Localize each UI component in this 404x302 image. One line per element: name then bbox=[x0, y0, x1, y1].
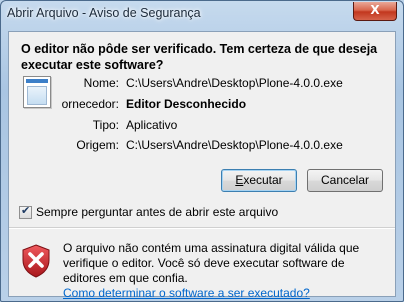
window-title: Abrir Arquivo - Aviso de Segurança bbox=[7, 6, 201, 20]
close-icon: X bbox=[370, 3, 380, 17]
warning-message: O arquivo não contém uma assinatura digi… bbox=[63, 241, 360, 285]
close-button[interactable]: X bbox=[353, 2, 397, 21]
dialog-heading: O editor não pôde ser verificado. Tem ce… bbox=[21, 42, 378, 72]
checkmark-icon: ✔ bbox=[21, 204, 31, 217]
name-value: C:\Users\Andre\Desktop\Plone-4.0.0.exe bbox=[126, 76, 343, 90]
type-value: Aplicativo bbox=[126, 118, 178, 132]
warning-text: O arquivo não contém uma assinatura digi… bbox=[63, 241, 389, 301]
origin-label: Origem: bbox=[76, 138, 119, 152]
dialog-body: O editor não pôde ser verificado. Tem ce… bbox=[8, 31, 396, 300]
name-label: Nome: bbox=[83, 76, 119, 90]
run-button-label: xecutar bbox=[243, 173, 283, 187]
help-link[interactable]: Como determinar o software a ser executa… bbox=[63, 286, 310, 300]
run-button[interactable]: Executar bbox=[221, 169, 297, 192]
red-shield-x-icon bbox=[22, 244, 50, 278]
cancel-button[interactable]: Cancelar bbox=[307, 169, 383, 192]
dialog-window: Abrir Arquivo - Aviso de Segurança X O e… bbox=[0, 0, 404, 302]
origin-value: C:\Users\Andre\Desktop\Plone-4.0.0.exe bbox=[126, 138, 343, 152]
publisher-label: ornecedor: bbox=[61, 97, 119, 111]
publisher-value: Editor Desconhecido bbox=[126, 97, 247, 111]
always-ask-label[interactable]: Sempre perguntar antes de abrir este arq… bbox=[36, 205, 278, 219]
always-ask-checkbox[interactable]: ✔ bbox=[19, 204, 32, 219]
type-label: Tipo: bbox=[92, 118, 119, 132]
file-details: Nome: C:\Users\Andre\Desktop\Plone-4.0.0… bbox=[9, 76, 395, 156]
warning-panel: O arquivo não contém uma assinatura digi… bbox=[9, 229, 395, 300]
title-bar[interactable]: Abrir Arquivo - Aviso de Segurança X bbox=[1, 1, 403, 28]
